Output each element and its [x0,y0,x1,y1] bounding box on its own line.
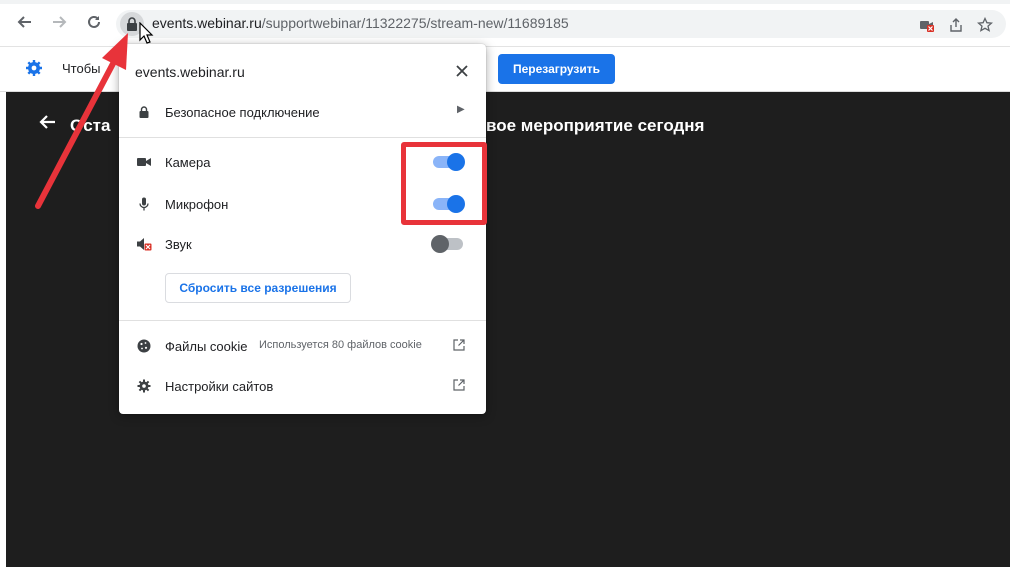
reload-page-button[interactable]: Перезагрузить [498,54,615,84]
annotation-highlight-box [401,142,487,225]
chevron-right-icon: ▶ [457,104,465,115]
screenshot-page: events.webinar.ru/supportwebinar/1132227… [0,0,1010,567]
permission-row-sound[interactable]: Звук [119,229,486,259]
url-text[interactable]: events.webinar.ru/supportwebinar/1132227… [152,15,569,31]
camera-icon [135,153,153,171]
toggle-knob [431,235,449,253]
gear-icon [135,377,153,395]
sound-toggle[interactable] [431,235,463,253]
back-arrow-icon[interactable] [38,112,58,138]
infobar-text: Чтобы [62,61,101,76]
url-path: /supportwebinar/11322275/stream-new/1168… [261,15,569,31]
back-icon[interactable] [14,11,36,33]
reload-icon[interactable] [83,11,105,33]
cookie-icon [135,337,153,355]
secure-connection-row[interactable]: Безопасное подключение ▶ [119,97,486,127]
divider [119,137,486,138]
cookies-detail: Используется 80 файлов cookie [259,339,422,351]
cookies-label: Файлы cookie [165,339,248,354]
popup-host: events.webinar.ru [135,64,245,80]
sound-muted-icon [135,235,153,253]
microphone-label: Микрофон [165,197,229,212]
bookmark-star-icon[interactable] [976,16,994,34]
site-settings-label: Настройки сайтов [165,379,274,394]
site-info-popup: events.webinar.ru Безопасное подключение… [119,44,486,414]
external-link-icon[interactable] [453,378,467,392]
camera-blocked-icon[interactable] [918,16,936,34]
lock-icon [135,103,153,121]
mouse-cursor-icon [139,22,154,44]
share-icon[interactable] [947,16,965,34]
secure-connection-label: Безопасное подключение [165,105,320,120]
divider [119,320,486,321]
site-settings-row[interactable]: Настройки сайтов [119,371,486,401]
event-title: вое мероприятие сегодня [486,116,705,135]
content-left-text: Оста [70,116,111,135]
close-icon[interactable] [451,60,473,82]
microphone-icon [135,195,153,213]
gear-icon [24,59,44,79]
reset-permissions-button[interactable]: Сбросить все разрешения [165,273,351,303]
external-link-icon[interactable] [453,338,467,352]
cookies-row[interactable]: Файлы cookie Используется 80 файлов cook… [119,331,486,361]
url-host: events.webinar.ru [152,15,262,31]
tab-strip [0,0,1010,4]
sound-label: Звук [165,237,192,252]
camera-label: Камера [165,155,211,170]
forward-icon[interactable] [48,11,70,33]
